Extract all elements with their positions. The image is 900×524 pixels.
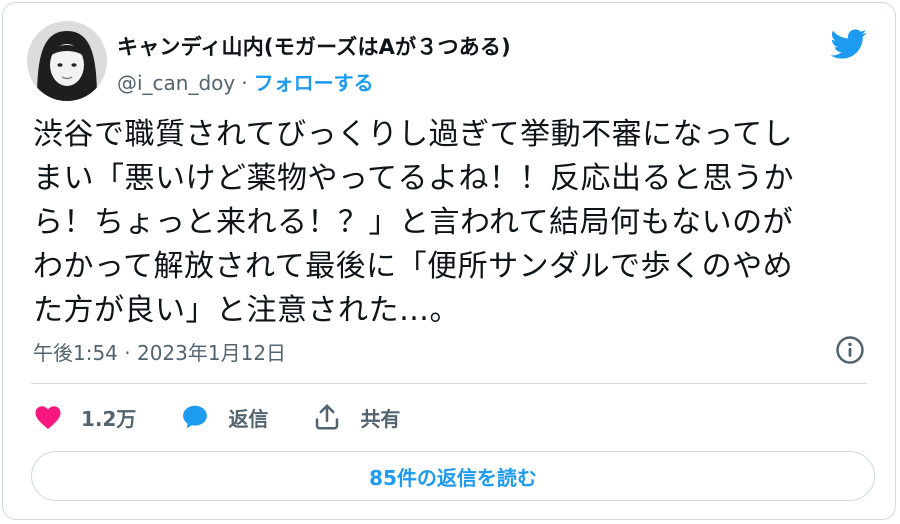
tweet-text-line: まい「悪いけど薬物やってるよね！！反応出ると思うか: [33, 161, 794, 196]
divider: [31, 383, 867, 384]
tweet-card: キャンディ山内(モガーズはAが３つある) @i_can_doy · フォローする 渋…: [2, 2, 896, 520]
separator-dot: ·: [241, 71, 248, 95]
reply-button[interactable]: 返信: [180, 402, 268, 432]
avatar[interactable]: [27, 21, 107, 101]
heart-icon: [35, 406, 61, 429]
tweet-text-line: た方が良い」と注意された…。: [33, 293, 460, 328]
handle-row: @i_can_doy · フォローする: [117, 67, 374, 96]
share-label: 共有: [360, 406, 401, 431]
share-icon: [316, 404, 339, 430]
reply-bubble-icon: [183, 405, 208, 429]
follow-button[interactable]: フォローする: [254, 71, 374, 95]
action-bar: 1.2万 返信 共有: [33, 397, 444, 437]
like-count: 1.2万: [81, 406, 137, 431]
info-icon[interactable]: [835, 335, 865, 365]
twitter-bird-icon[interactable]: [829, 25, 867, 63]
tweet-text: 渋谷で職質されてびっくりし過ぎて挙動不審になってし まい「悪いけど薬物やってるよ…: [33, 113, 869, 333]
share-button[interactable]: 共有: [312, 402, 400, 432]
reply-label: 返信: [228, 406, 269, 431]
author-name[interactable]: キャンディ山内(モガーズはAが３つある): [117, 31, 511, 61]
tweet-timestamp[interactable]: 午後1:54 · 2023年1月12日: [33, 337, 286, 366]
author-handle[interactable]: @i_can_doy: [117, 71, 235, 95]
like-button[interactable]: 1.2万: [33, 402, 136, 432]
tweet-text-line: わかって解放されて最後に「便所サンダルで歩くのやめ: [33, 249, 794, 284]
tweet-text-line: ら！ちょっと来れる！？」と言われて結局何もないのが: [33, 205, 794, 240]
tweet-text-line: 渋谷で職質されてびっくりし過ぎて挙動不審になってし: [33, 117, 794, 152]
read-replies-button[interactable]: 85件の返信を読む: [31, 451, 875, 501]
